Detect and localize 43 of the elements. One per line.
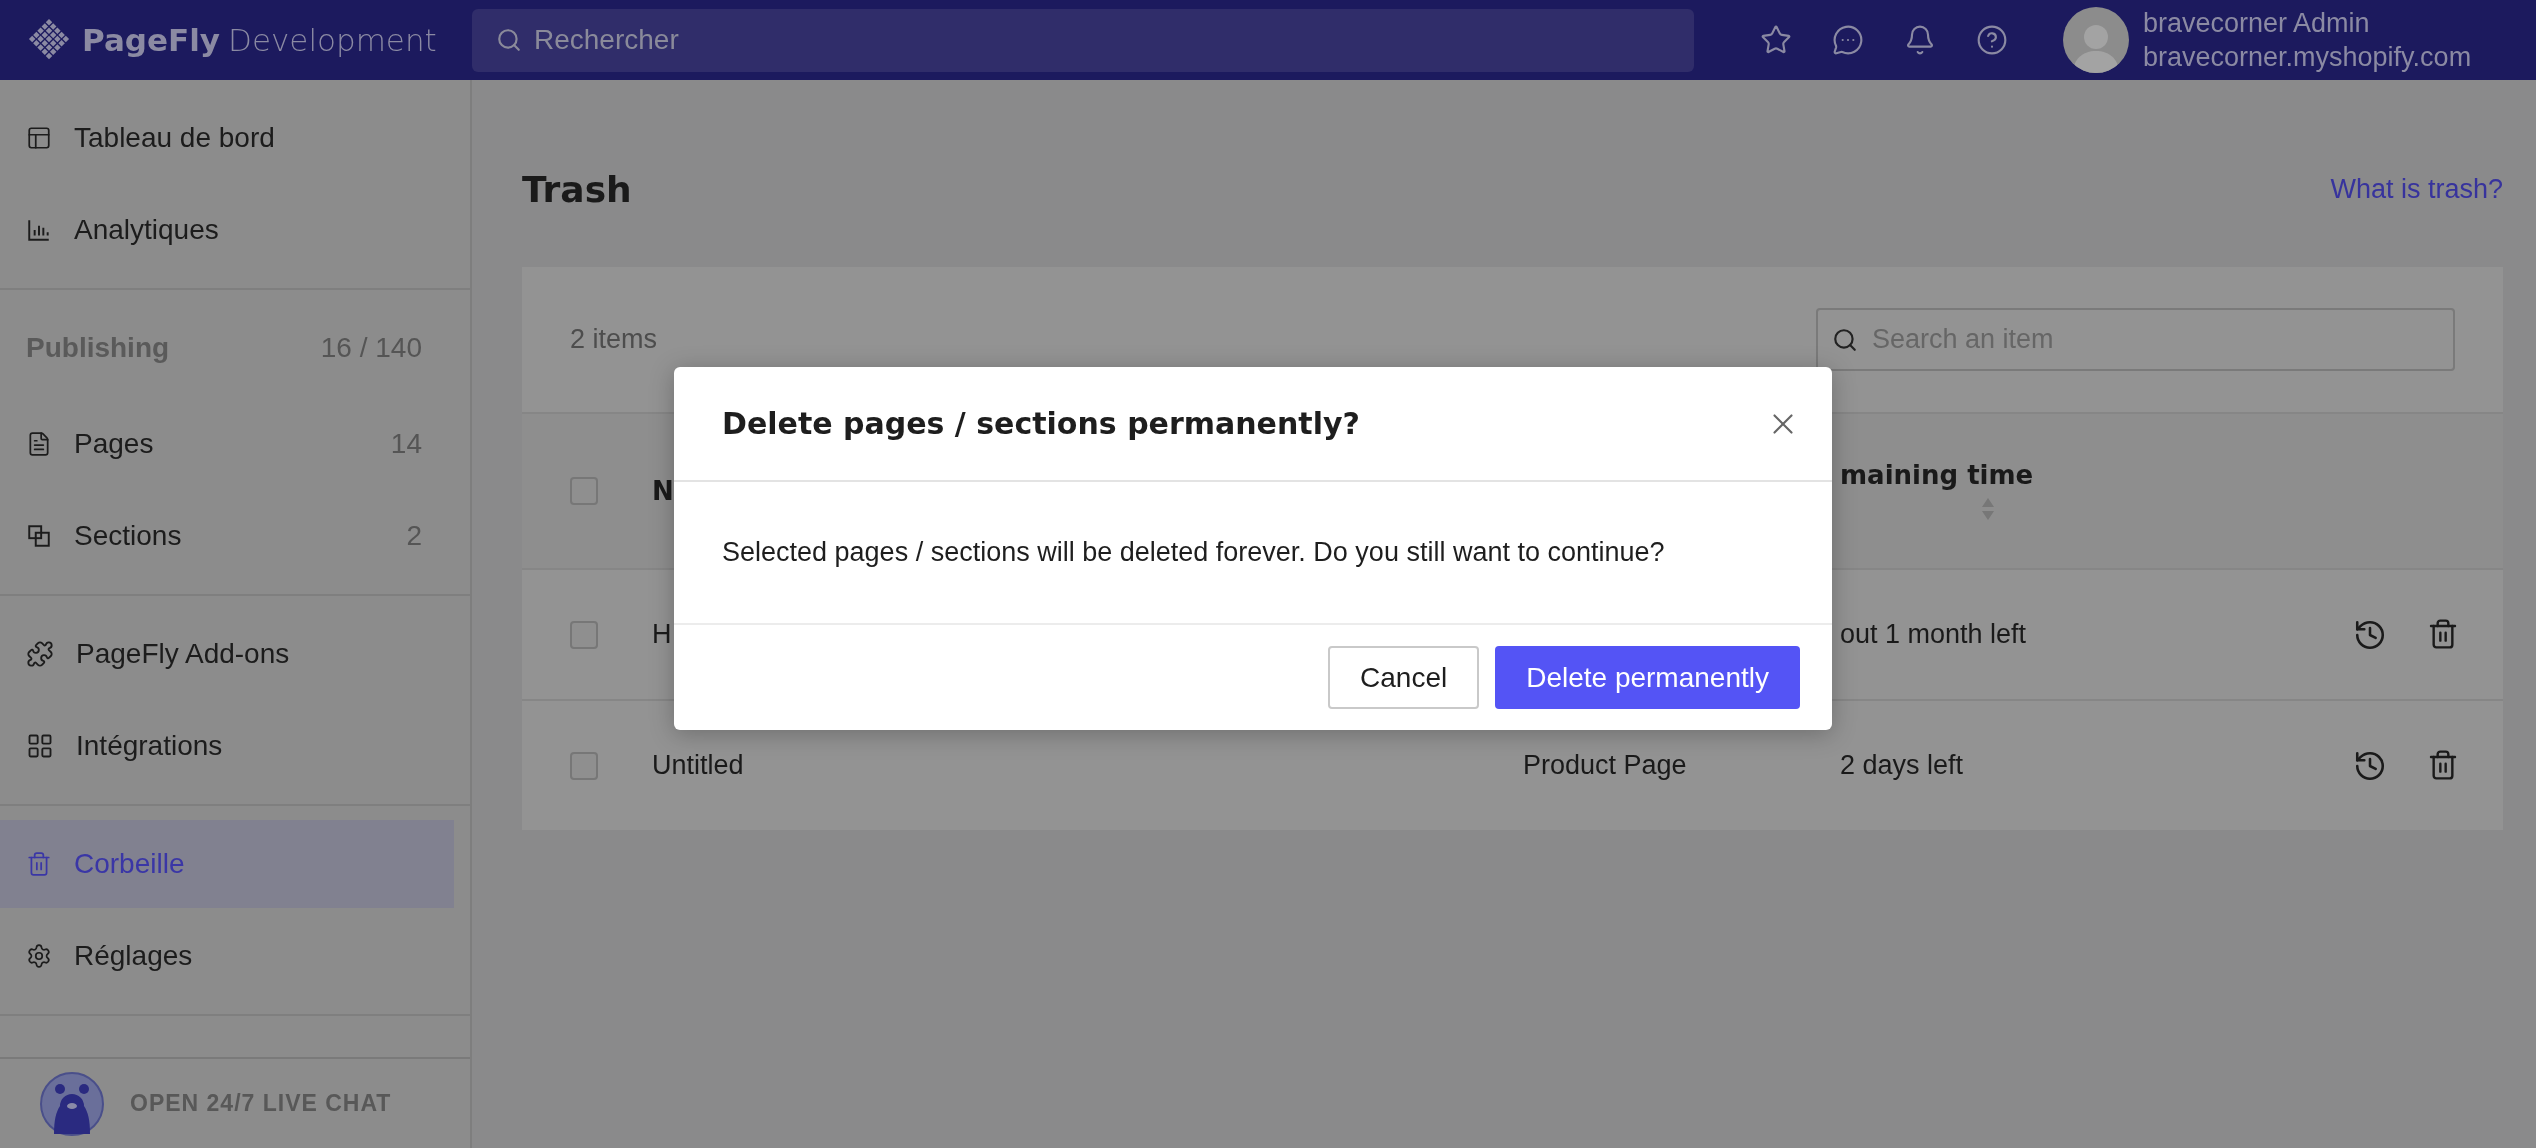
overlapping-squares-icon	[26, 523, 52, 549]
trash-icon[interactable]	[2427, 748, 2459, 783]
item-count: 2 items	[570, 324, 658, 355]
search-field[interactable]: Rechercher	[472, 8, 1694, 72]
document-icon	[26, 431, 52, 457]
sidebar-item[interactable]: PageFly Add-ons	[0, 610, 454, 698]
sidebar-item[interactable]: Analytiques	[0, 186, 454, 274]
page-title: Trash	[522, 168, 632, 210]
table-cell-text: out 1 month left	[1840, 619, 2028, 650]
brand-name: PageFly Development	[82, 22, 437, 58]
column-header: N	[652, 476, 675, 506]
search-icon	[496, 27, 522, 53]
delete-button[interactable]: Delete permanently	[1495, 646, 1800, 709]
table-cell-text: H	[652, 619, 673, 650]
sidebar-item[interactable]: Tableau de bord	[0, 94, 454, 182]
table-cell-text: Untitled	[652, 750, 745, 781]
dialog-title: Delete pages / sections permanently?	[722, 406, 1360, 441]
trash-icon[interactable]	[2427, 617, 2459, 652]
table-cell-text: Product Page	[1523, 750, 1688, 781]
help-icon[interactable]	[1976, 24, 2008, 56]
dialog-message: Selected pages / sections will be deleted forever. Do you still want to continue?	[674, 482, 1832, 625]
sidebar-item[interactable]: Réglages	[0, 912, 454, 1000]
grid-icon	[26, 732, 54, 760]
bar-chart-icon	[26, 217, 52, 243]
user-name: bravecorner Admin	[2143, 7, 2371, 40]
trash-icon	[26, 851, 52, 877]
chat-bubble-icon[interactable]	[1832, 24, 1864, 56]
bear-avatar-icon	[40, 1071, 104, 1136]
settings-icon	[26, 943, 52, 969]
row-checkbox[interactable]	[570, 620, 598, 649]
layout-icon	[26, 125, 52, 151]
star-icon[interactable]	[1760, 24, 1792, 56]
table-cell-text: 2 days left	[1840, 750, 1965, 781]
help-link[interactable]: What is trash?	[2330, 173, 2503, 205]
sidebar-item[interactable]: Intégrations	[0, 702, 454, 790]
row-checkbox[interactable]	[570, 751, 598, 780]
cancel-button[interactable]: Cancel	[1328, 646, 1480, 709]
search-icon	[1832, 326, 1858, 353]
select-all-checkbox[interactable]	[570, 477, 598, 505]
column-header[interactable]: maining time	[1840, 460, 2319, 490]
bell-icon[interactable]	[1904, 24, 1936, 56]
puzzle-icon	[26, 640, 54, 668]
shop-domain: bravecorner.myshopify.com	[2143, 41, 2472, 74]
